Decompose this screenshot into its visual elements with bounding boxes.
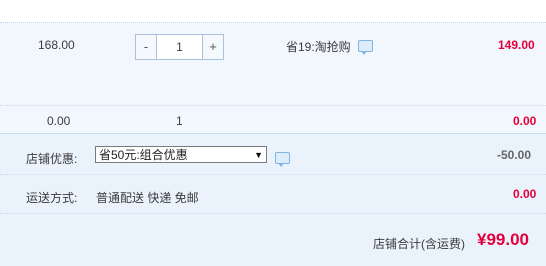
decrement-button[interactable]: - — [136, 35, 157, 59]
store-discount-selected: 省50元:组合优惠 — [99, 148, 188, 162]
divider — [0, 213, 546, 214]
store-discount-amount: -50.00 — [497, 148, 532, 162]
summary-price: 0.00 — [47, 114, 71, 128]
promotion-text: 省19:淘抢购 — [286, 40, 351, 54]
quantity-input[interactable] — [157, 35, 202, 59]
top-strip — [0, 0, 546, 23]
chat-icon[interactable] — [358, 40, 373, 55]
store-discount-select[interactable]: 省50元:组合优惠 ▼ — [95, 146, 267, 163]
divider — [0, 174, 546, 175]
store-discount-label: 店铺优惠: — [26, 152, 78, 166]
shipping-options: 普通配送 快递 免邮 — [96, 191, 199, 205]
store-total-amount: ¥99.00 — [477, 230, 529, 249]
shipping-amount: 0.00 — [513, 187, 537, 201]
item-unit-price: 168.00 — [38, 38, 75, 52]
summary-total: 0.00 — [513, 114, 537, 128]
chat-icon[interactable] — [275, 152, 290, 167]
increment-button[interactable]: + — [202, 35, 223, 59]
quantity-stepper[interactable]: - + — [135, 34, 224, 60]
store-total-label: 店铺合计(含运费) — [373, 237, 465, 251]
order-item-row — [0, 23, 546, 105]
item-total-price: 149.00 — [498, 38, 535, 52]
shipping-label: 运送方式: — [26, 191, 78, 205]
order-summary-row — [0, 105, 546, 134]
dropdown-arrow-icon: ▼ — [254, 149, 263, 160]
summary-quantity: 1 — [176, 114, 183, 128]
